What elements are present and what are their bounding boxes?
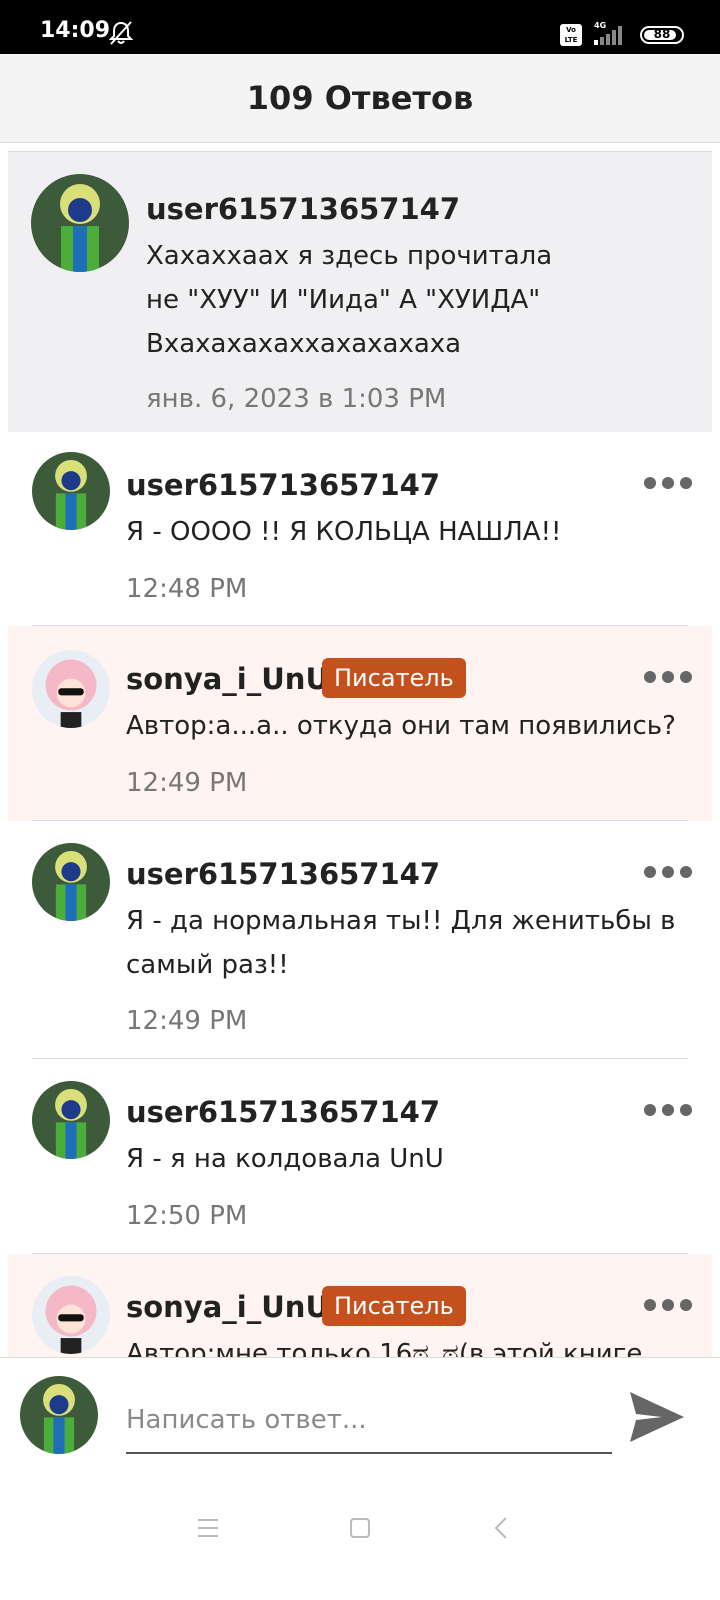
status-time: 14:09 [40,18,111,43]
comment-thread[interactable]: user615713657147 Хахаххаах я здесь прочи… [0,143,720,1385]
more-options-icon[interactable] [644,857,692,887]
reply-time: 12:49 PM [126,768,248,798]
volte-icon: Vo LTE [560,24,582,46]
username[interactable]: user615713657147 [126,1095,440,1129]
system-nav-bar [0,1474,720,1600]
back-icon[interactable] [484,1510,520,1546]
battery-icon: 88 [640,26,684,44]
reply-item: user615713657147 Я - ОООО !! Я КОЛЬЦА НА… [8,432,712,627]
signal-icon: 4G [594,21,622,45]
header: 109 Ответов [0,54,720,143]
more-options-icon[interactable] [644,1095,692,1125]
username[interactable]: user615713657147 [146,192,460,226]
menu-icon[interactable] [190,1510,226,1546]
reply-item: user615713657147 Я - я на колдовала UnU … [8,1059,712,1254]
reply-text: Я - ОООО !! Я КОЛЬЦА НАШЛА!! [126,517,562,547]
avatar[interactable] [32,1081,110,1159]
avatar[interactable] [32,650,110,728]
more-options-icon[interactable] [644,662,692,692]
original-comment: user615713657147 Хахаххаах я здесь прочи… [8,151,712,432]
reply-time: 12:49 PM [126,1006,248,1036]
avatar[interactable] [32,452,110,530]
comment-text: Хахаххаах я здесь прочитала не "ХУУ" И "… [146,241,553,359]
comment-date: янв. 6, 2023 в 1:03 PM [146,384,447,414]
reply-time: 12:50 PM [126,1201,248,1231]
reply-bar [0,1357,720,1474]
send-icon[interactable] [628,1390,686,1444]
more-options-icon[interactable] [644,468,692,498]
battery-percent: 88 [653,27,671,41]
reply-input[interactable] [126,1388,612,1454]
reply-text: Я - я на колдовала UnU [126,1144,444,1174]
more-options-icon[interactable] [644,1290,692,1320]
avatar[interactable] [32,1276,110,1354]
username[interactable]: user615713657147 [126,468,440,502]
silent-bell-icon [108,21,134,45]
reply-item: user615713657147 Я - да нормальная ты!! … [8,821,712,1059]
reply-time: 12:48 PM [126,574,248,604]
reply-text: Я - да нормальная ты!! Для женитьбы в са… [126,906,676,980]
avatar[interactable] [32,843,110,921]
network-type: 4G [594,21,606,30]
reply-text: Автор:а...а.. откуда они там появились? [126,711,676,741]
page-title: 109 Ответов [246,79,474,117]
reply-item: sonya_i_UnU Писатель Автор:а...а.. откуд… [8,626,712,821]
username[interactable]: sonya_i_UnU [126,1290,329,1324]
username[interactable]: sonya_i_UnU [126,662,329,696]
status-bar: 14:09 Vo LTE 4G 88 [0,0,720,54]
avatar[interactable] [31,174,129,272]
username[interactable]: user615713657147 [126,857,440,891]
writer-badge: Писатель [322,658,466,698]
home-icon[interactable] [342,1510,378,1546]
writer-badge: Писатель [322,1286,466,1326]
my-avatar [20,1376,98,1454]
